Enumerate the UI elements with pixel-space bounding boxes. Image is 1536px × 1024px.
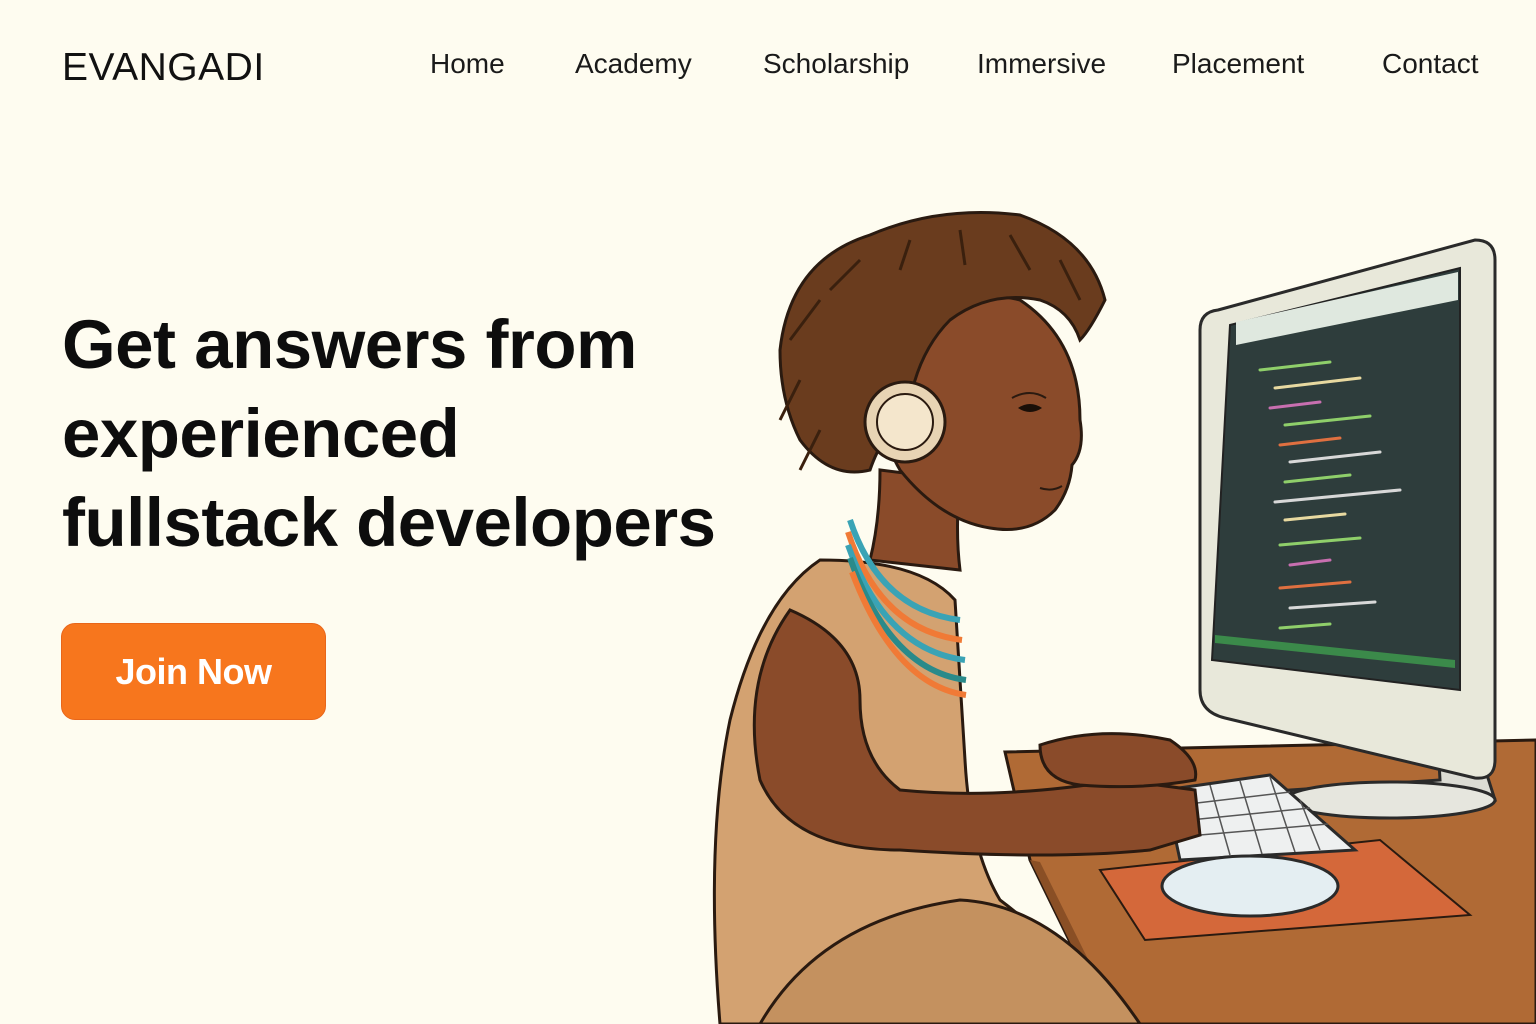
hero-title: Get answers from experienced fullstack d…	[62, 300, 762, 567]
computer-monitor-illustration	[1198, 238, 1498, 820]
join-now-button[interactable]: Join Now	[61, 623, 326, 720]
hero-title-line-3: fullstack developers	[62, 484, 716, 561]
logo[interactable]: EVANGADI	[62, 46, 265, 90]
hero-title-line-1: Get answers from	[62, 306, 637, 383]
nav-academy-link[interactable]: Academy	[575, 48, 692, 80]
nav-scholarship-link[interactable]: Scholarship	[763, 48, 909, 80]
hero-title-line-2: experienced	[62, 395, 460, 472]
nav-contact-link[interactable]: Contact	[1382, 48, 1479, 80]
hero-illustration	[712, 211, 1536, 1024]
mouse-illustration	[1160, 854, 1340, 918]
nav-home-link[interactable]: Home	[430, 48, 505, 80]
site-header: EVANGADI Home Academy Scholarship Immers…	[0, 0, 1536, 130]
nav-placement-link[interactable]: Placement	[1172, 48, 1304, 80]
nav-immersive-link[interactable]: Immersive	[977, 48, 1106, 80]
